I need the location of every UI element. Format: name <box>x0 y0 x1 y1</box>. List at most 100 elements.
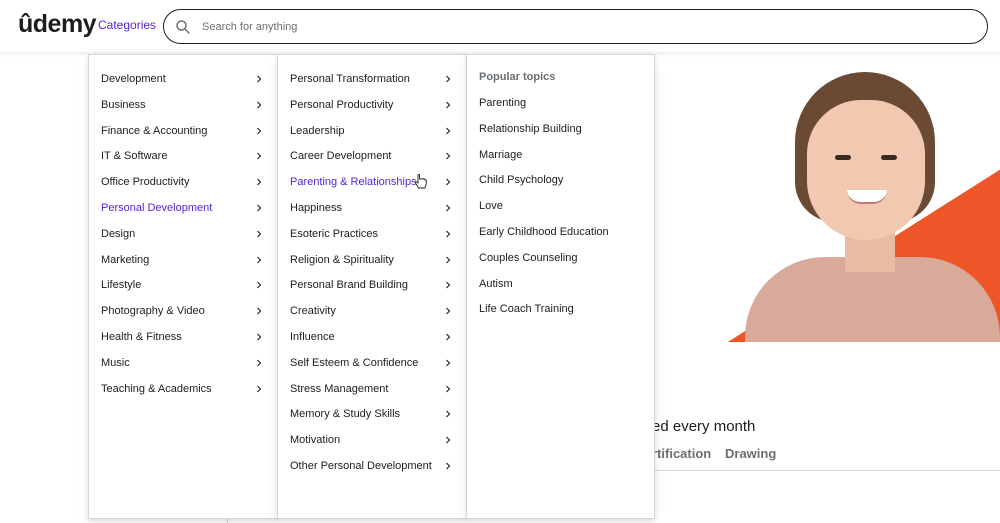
category-item-label: Music <box>101 356 130 369</box>
udemy-logo[interactable]: ûdemy <box>18 10 97 39</box>
subcategory-item-label: Other Personal Development <box>290 460 432 472</box>
chevron-right-icon <box>446 178 451 186</box>
subcategory-item[interactable]: Leadership <box>290 121 456 141</box>
popular-topic-link[interactable]: Autism <box>479 274 513 294</box>
chevron-right-icon <box>257 307 262 315</box>
subcategory-item-label: Career Development <box>290 150 392 163</box>
category-item-label: Personal Development <box>101 202 213 214</box>
tab-drawing[interactable]: Drawing <box>725 446 776 461</box>
subcategory-item-label: Religion & Spirituality <box>290 253 394 266</box>
subcategory-item[interactable]: Stress Management <box>290 379 456 399</box>
subcategory-item[interactable]: Personal Transformation <box>290 69 456 89</box>
chevron-right-icon <box>257 385 262 392</box>
chevron-right-icon <box>257 333 262 341</box>
chevron-right-icon <box>446 230 451 238</box>
top-header: ûdemy Categories <box>0 0 1000 52</box>
chevron-right-icon <box>257 204 262 212</box>
popular-topic-link[interactable]: Marriage <box>479 145 522 165</box>
category-item-label: IT & Software <box>101 150 168 163</box>
chevron-right-icon <box>446 333 451 341</box>
subcategory-item[interactable]: Happiness <box>290 198 456 218</box>
popular-topic-link[interactable]: Couples Counseling <box>479 248 577 268</box>
search-bar[interactable] <box>163 9 988 44</box>
subcategory-item-label: Leadership <box>290 124 345 137</box>
subcategory-item[interactable]: Self Esteem & Confidence <box>290 353 456 373</box>
category-item[interactable]: Development <box>101 69 267 89</box>
chevron-right-icon <box>257 256 262 263</box>
subcategory-item-label: Parenting & Relationships <box>290 176 417 189</box>
chevron-right-icon <box>446 153 451 160</box>
category-item[interactable]: Finance & Accounting <box>101 121 267 141</box>
popular-topic-link[interactable]: Relationship Building <box>479 119 582 139</box>
subcategory-item-label: Creativity <box>290 305 336 318</box>
popular-topic-link[interactable]: Early Childhood Education <box>479 222 609 242</box>
subcategory-item[interactable]: Influence <box>290 327 456 347</box>
category-item[interactable]: Photography & Video <box>101 301 267 321</box>
chevron-right-icon <box>446 282 451 289</box>
subcategory-item[interactable]: Esoteric Practices <box>290 224 456 244</box>
category-item-label: Finance & Accounting <box>101 124 208 137</box>
subcategory-item-label: Personal Transformation <box>290 73 410 85</box>
chevron-right-icon <box>257 282 262 289</box>
category-item-label: Office Productivity <box>101 176 190 189</box>
search-input[interactable] <box>202 10 902 43</box>
subcategory-item[interactable]: Parenting & Relationships <box>290 172 456 192</box>
tabs-divider <box>652 470 1000 471</box>
chevron-right-icon <box>446 307 451 315</box>
chevron-right-icon <box>446 101 451 109</box>
chevron-right-icon <box>257 230 262 238</box>
category-item[interactable]: Music <box>101 353 267 373</box>
hero-tagline: ed every month <box>652 418 756 435</box>
category-item-label: Lifestyle <box>101 279 142 292</box>
subcategory-item[interactable]: Creativity <box>290 301 456 321</box>
subcategory-item-label: Stress Management <box>290 382 389 395</box>
subcategory-item-label: Personal Productivity <box>290 98 394 111</box>
chevron-right-icon <box>446 385 451 392</box>
category-item-label: Teaching & Academics <box>101 382 212 395</box>
subcategory-item[interactable]: Memory & Study Skills <box>290 404 456 424</box>
subcategory-item[interactable]: Personal Productivity <box>290 95 456 115</box>
popular-topic-link[interactable]: Child Psychology <box>479 170 563 190</box>
categories-menu: Development Business Finance & Accounting I… <box>88 54 278 519</box>
chevron-right-icon <box>257 359 262 367</box>
popular-topic-link[interactable]: Parenting <box>479 93 526 113</box>
subcategory-item-label: Motivation <box>290 434 341 447</box>
chevron-right-icon <box>446 256 451 263</box>
category-item[interactable]: Teaching & Academics <box>101 379 267 399</box>
popular-topic-link[interactable]: Life Coach Training <box>479 299 574 319</box>
subcategory-item[interactable]: Other Personal Development <box>290 456 456 476</box>
category-item-label: Business <box>101 98 146 111</box>
chevron-right-icon <box>257 178 262 186</box>
chevron-right-icon <box>446 204 451 212</box>
tab-certification[interactable]: rtification <box>652 446 711 461</box>
category-item-label: Design <box>101 227 136 240</box>
popular-topic-link[interactable]: Love <box>479 196 503 216</box>
category-item[interactable]: Office Productivity <box>101 172 267 192</box>
category-item[interactable]: Personal Development <box>101 198 267 218</box>
subcategory-item[interactable]: Religion & Spirituality <box>290 250 456 270</box>
category-item[interactable]: IT & Software <box>101 146 267 166</box>
subcategory-item-label: Happiness <box>290 202 342 214</box>
subcategory-item[interactable]: Personal Brand Building <box>290 275 456 295</box>
chevron-right-icon <box>446 75 451 83</box>
subcategory-item[interactable]: Motivation <box>290 430 456 450</box>
subcategory-item-label: Memory & Study Skills <box>290 408 401 421</box>
hand-cursor-icon <box>414 174 427 189</box>
subcategory-item-label: Personal Brand Building <box>290 279 409 292</box>
category-item-label: Marketing <box>101 253 150 266</box>
chevron-right-icon <box>257 153 262 160</box>
chevron-right-icon <box>446 127 451 134</box>
categories-link[interactable]: Categories <box>98 18 156 32</box>
subcategories-menu: Personal Transformation Personal Producti… <box>277 54 467 519</box>
category-item[interactable]: Design <box>101 224 267 244</box>
subcategory-item-label: Influence <box>290 331 335 343</box>
subcategory-item[interactable]: Career Development <box>290 146 456 166</box>
search-icon[interactable] <box>174 18 192 36</box>
popular-topics-heading: Popular topics <box>479 71 556 83</box>
chevron-right-icon <box>446 436 451 444</box>
category-item[interactable]: Business <box>101 95 267 115</box>
category-item[interactable]: Marketing <box>101 250 267 270</box>
subcategory-item-label: Esoteric Practices <box>290 227 379 240</box>
category-item[interactable]: Health & Fitness <box>101 327 267 347</box>
category-item[interactable]: Lifestyle <box>101 275 267 295</box>
